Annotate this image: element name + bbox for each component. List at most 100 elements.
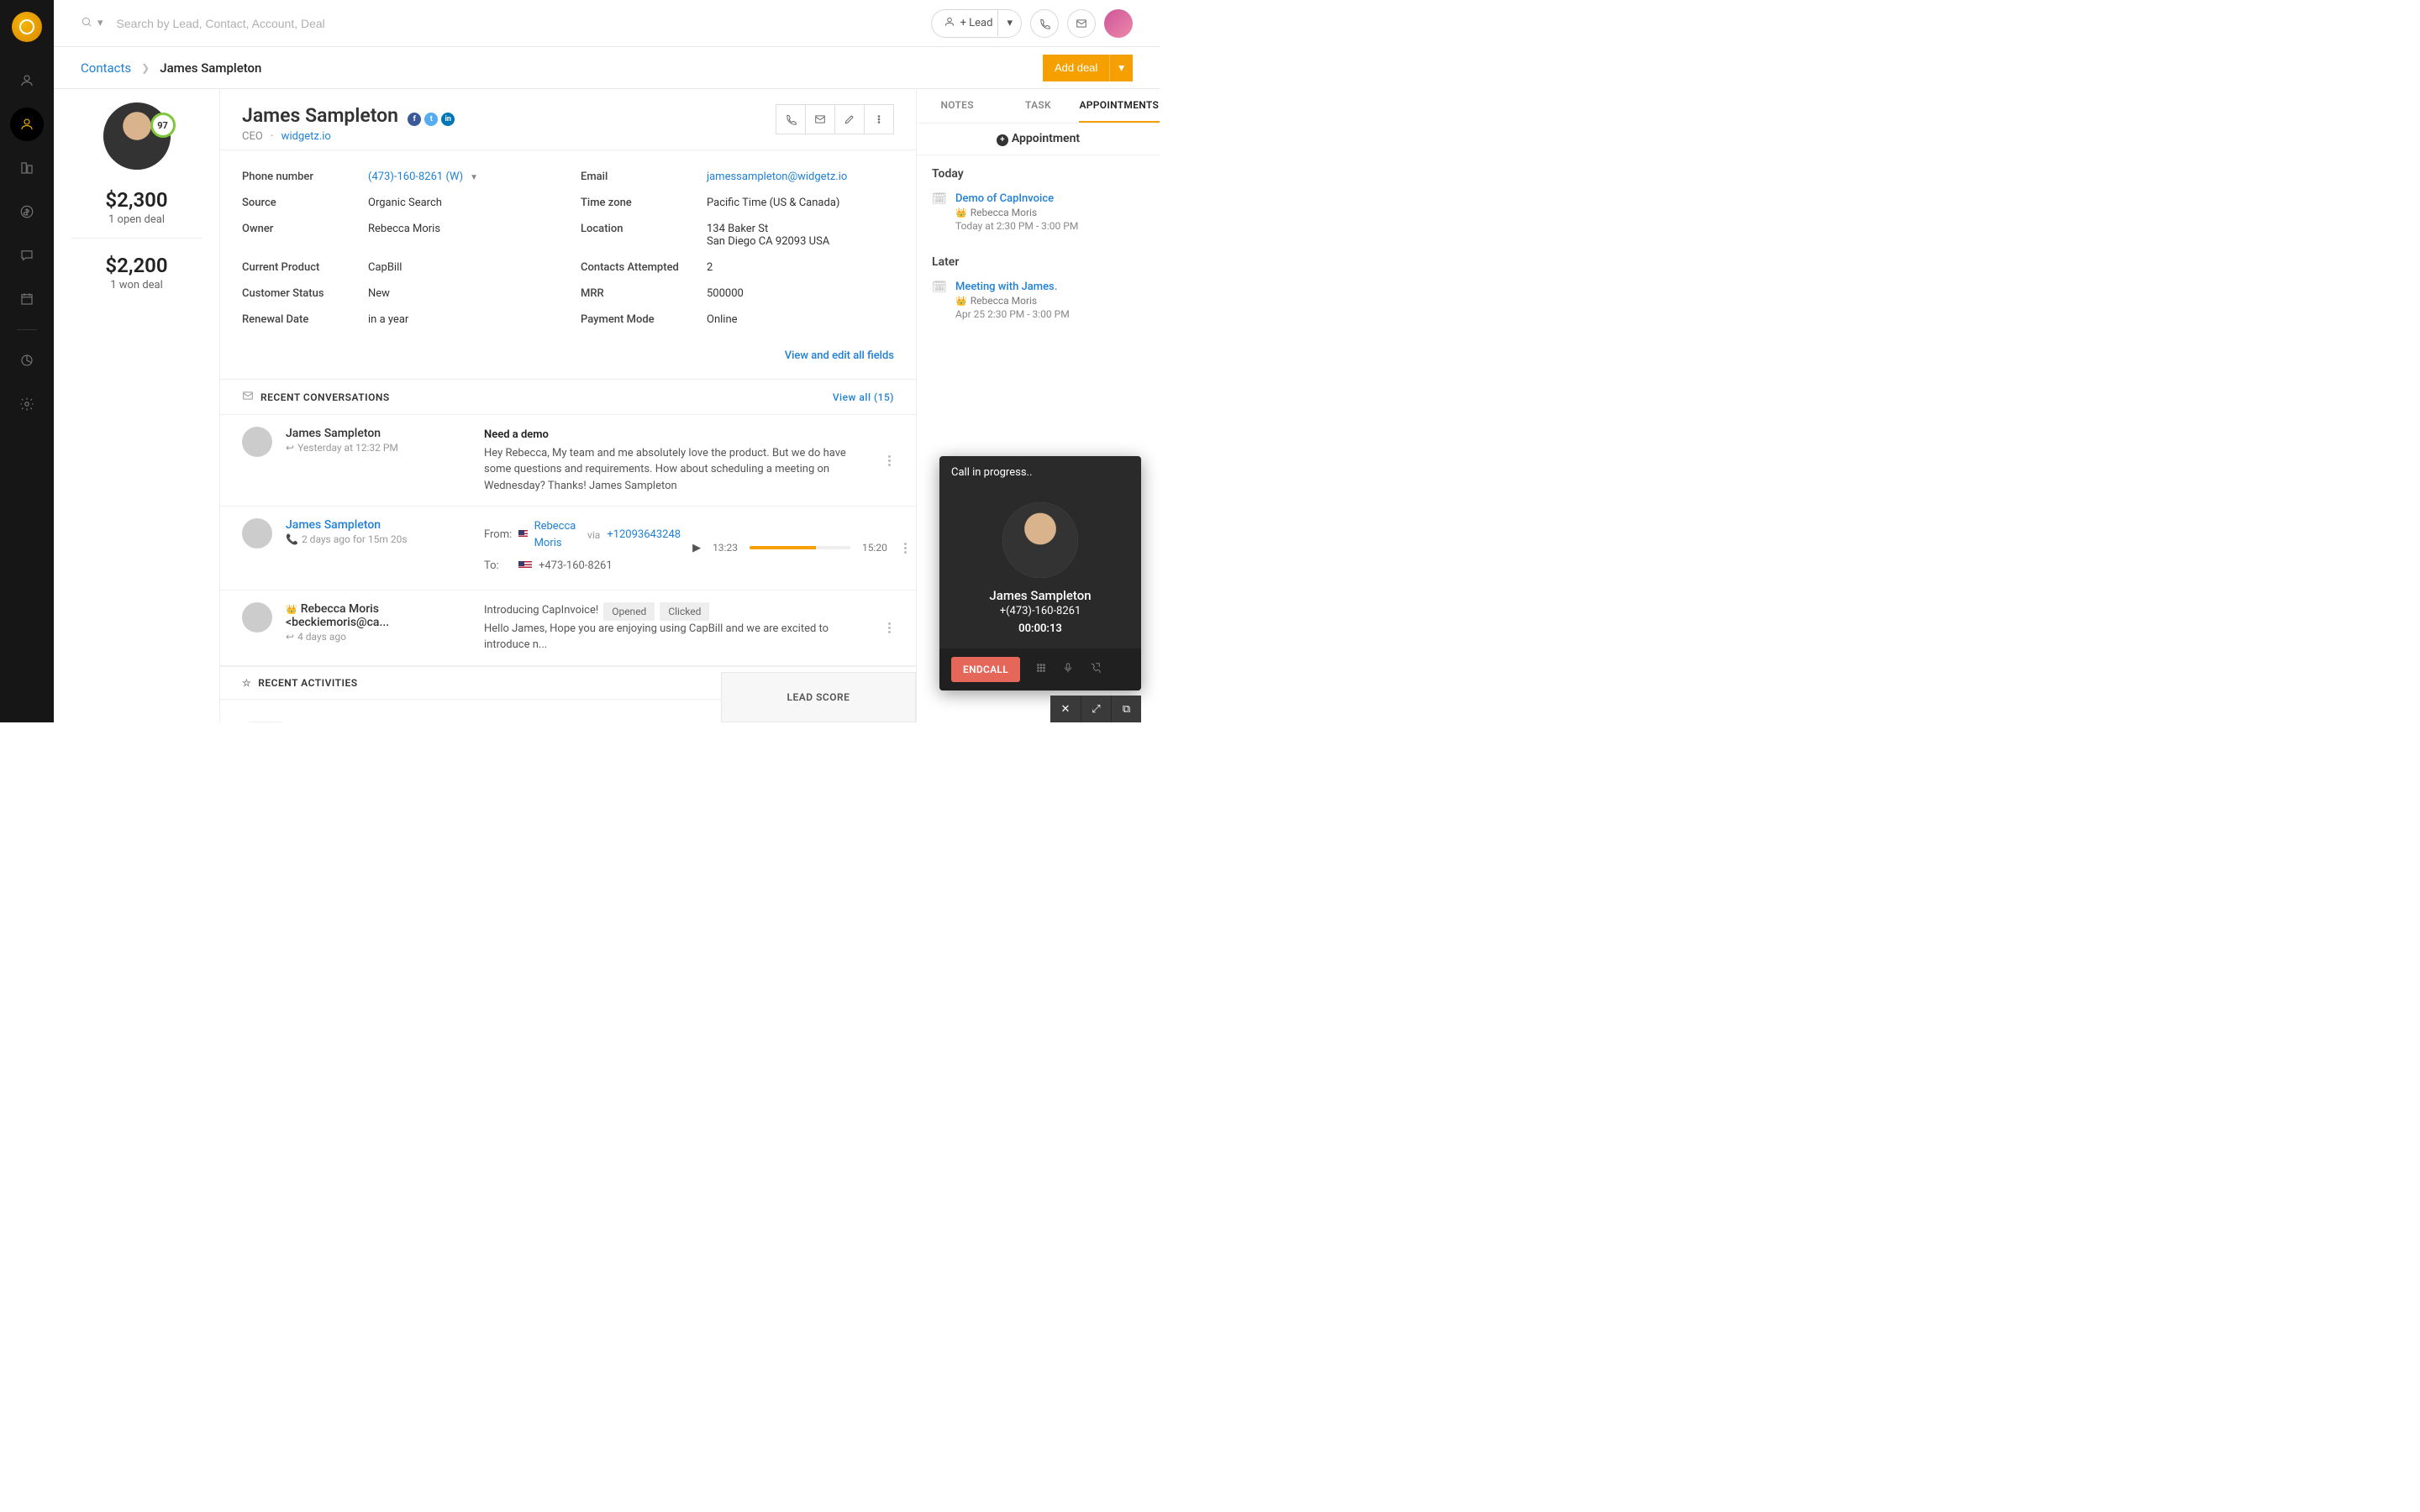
tab-task[interactable]: TASK — [997, 89, 1078, 123]
close-icon[interactable]: ✕ — [1050, 696, 1081, 722]
call-status: Call in progress.. — [939, 456, 1141, 489]
crown-icon: 👑 — [286, 604, 297, 615]
top-actions: + Lead ▾ — [931, 9, 1133, 38]
nav-contacts[interactable] — [10, 108, 44, 141]
activities-title: RECENT ACTIVITIES — [258, 677, 357, 689]
conv3-more-icon[interactable] — [885, 619, 894, 637]
expand-icon[interactable]: ⤢ — [1081, 696, 1111, 722]
phone-icon: 📞 — [286, 533, 298, 545]
conversation-item-3[interactable]: 👑Rebecca Moris <beckiemoris@ca... ↩4 day… — [220, 591, 916, 666]
conv1-body: Hey Rebecca, My team and me absolutely l… — [484, 445, 871, 495]
twitter-icon[interactable]: t — [424, 113, 438, 126]
lead-company-link[interactable]: widgetz.io — [281, 130, 331, 143]
conv3-when: 4 days ago — [297, 631, 346, 643]
fields-grid: Phone number(473)-160-8261 (W)▼ Emailjam… — [220, 150, 916, 346]
more-lead-button[interactable] — [864, 104, 894, 134]
phone-button[interactable] — [1030, 9, 1059, 38]
add-appointment-button[interactable]: +Appointment — [917, 123, 1160, 155]
from-number[interactable]: +12093643248 — [607, 527, 681, 543]
linkedin-icon[interactable]: in — [441, 113, 455, 126]
mute-icon[interactable] — [1062, 662, 1074, 677]
summary-panel: 97 $2,300 1 open deal $2,200 1 won deal — [54, 89, 220, 722]
edit-lead-button[interactable] — [834, 104, 865, 134]
appointment-2[interactable]: 🗓 Meeting with James. 👑Rebecca Moris Apr… — [917, 274, 1160, 332]
time-total: 15:20 — [862, 540, 887, 555]
avatar — [242, 427, 272, 457]
tab-notes[interactable]: NOTES — [917, 89, 997, 123]
dot-separator: · — [271, 130, 273, 143]
renew-value: in a year — [368, 313, 555, 326]
view-edit-fields-link[interactable]: View and edit all fields — [785, 349, 894, 362]
conv1-more-icon[interactable] — [885, 452, 894, 470]
app-logo[interactable] — [12, 12, 42, 42]
pay-value: Online — [707, 313, 894, 326]
nav-calendar[interactable] — [10, 282, 44, 316]
lead-name: James Sampleton — [242, 104, 398, 127]
play-icon[interactable]: ▶ — [692, 540, 701, 557]
owner-value: Rebecca Moris — [368, 223, 555, 248]
search-filter-chevron-icon[interactable]: ▾ — [97, 17, 103, 29]
user-avatar[interactable] — [1104, 9, 1133, 38]
audio-player: ▶ 13:23 15:20 — [692, 540, 887, 557]
nav-conversations[interactable] — [10, 239, 44, 272]
conv1-when: Yesterday at 12:32 PM — [297, 442, 398, 454]
call-dialog: Call in progress.. James Sampleton +(473… — [939, 456, 1141, 690]
email-button[interactable] — [1067, 9, 1096, 38]
add-lead-label: + Lead — [960, 17, 993, 29]
facebook-icon[interactable]: f — [408, 113, 421, 126]
add-lead-button[interactable]: + Lead ▾ — [931, 9, 1022, 38]
crown-icon: 👑 — [955, 296, 967, 307]
social-icons: f t in — [408, 113, 455, 126]
conversations-title: RECENT CONVERSATIONS — [260, 391, 390, 403]
later-group-label: Later — [917, 244, 1160, 274]
appt2-title[interactable]: Meeting with James. — [955, 281, 1070, 293]
lead-header-actions — [776, 104, 894, 134]
center-panel: James Sampleton f t in CEO · widgetz.io — [220, 89, 916, 722]
search-input[interactable] — [117, 17, 453, 30]
email-value[interactable]: jamessampleton@widgetz.io — [707, 171, 894, 183]
nav-settings[interactable] — [10, 387, 44, 421]
nav-reports[interactable] — [10, 344, 44, 377]
envelope-icon — [242, 390, 254, 404]
reply-icon: ↩ — [286, 631, 294, 643]
minimize-icon[interactable]: ⧉ — [1111, 696, 1141, 722]
add-deal-button[interactable]: Add deal — [1043, 55, 1109, 81]
appt1-time: Today at 2:30 PM - 3:00 PM — [955, 220, 1078, 232]
dialog-window-controls: ✕ ⤢ ⧉ — [1050, 696, 1141, 722]
add-lead-dropdown-icon[interactable]: ▾ — [997, 10, 1021, 36]
from-name[interactable]: Rebecca Moris — [534, 518, 581, 551]
prod-value: CapBill — [368, 261, 555, 274]
nav-deals[interactable] — [10, 195, 44, 228]
dialpad-icon[interactable] — [1035, 662, 1047, 677]
left-nav — [0, 0, 54, 722]
call-number: +(473)-160-8261 — [939, 605, 1141, 617]
open-deals-label: 1 open deal — [54, 213, 219, 226]
transfer-icon[interactable] — [1089, 662, 1101, 677]
today-group-label: Today — [917, 155, 1160, 186]
tz-value: Pacific Time (US & Canada) — [707, 197, 894, 209]
appt1-title[interactable]: Demo of CapInvoice — [955, 192, 1078, 205]
appointment-1[interactable]: 🗓 Demo of CapInvoice 👑Rebecca Moris Toda… — [917, 186, 1160, 244]
breadcrumb-root[interactable]: Contacts — [81, 60, 131, 76]
won-deals-value: $2,200 — [54, 254, 219, 277]
conversation-item-2[interactable]: James Sampleton 📞2 days ago for 15m 20s … — [220, 507, 916, 591]
nav-leads[interactable] — [10, 64, 44, 97]
email-lead-button[interactable] — [805, 104, 835, 134]
call-lead-button[interactable] — [776, 104, 806, 134]
search-icon[interactable] — [81, 16, 92, 31]
conv2-more-icon[interactable] — [901, 539, 910, 557]
conv3-body: Hello James, Hope you are enjoying using… — [484, 621, 871, 654]
conversations-viewall-link[interactable]: View all (15) — [833, 391, 894, 403]
avatar — [242, 518, 272, 549]
tab-appointments[interactable]: APPOINTMENTS — [1079, 89, 1160, 123]
conversation-item-1[interactable]: James Sampleton ↩Yesterday at 12:32 PM N… — [220, 415, 916, 507]
conv2-name[interactable]: James Sampleton — [286, 518, 471, 532]
phone-value[interactable]: (473)-160-8261 (W)▼ — [368, 171, 555, 183]
won-deals-stat: $2,200 1 won deal — [54, 254, 219, 291]
progress-bar[interactable] — [750, 546, 850, 549]
nav-accounts[interactable] — [10, 151, 44, 185]
calendar-icon: 🗓 — [932, 281, 947, 320]
end-call-button[interactable]: ENDCALL — [951, 657, 1020, 682]
lead-score-panel[interactable]: LEAD SCORE — [721, 672, 916, 722]
add-deal-dropdown[interactable]: ▾ — [1109, 55, 1133, 81]
